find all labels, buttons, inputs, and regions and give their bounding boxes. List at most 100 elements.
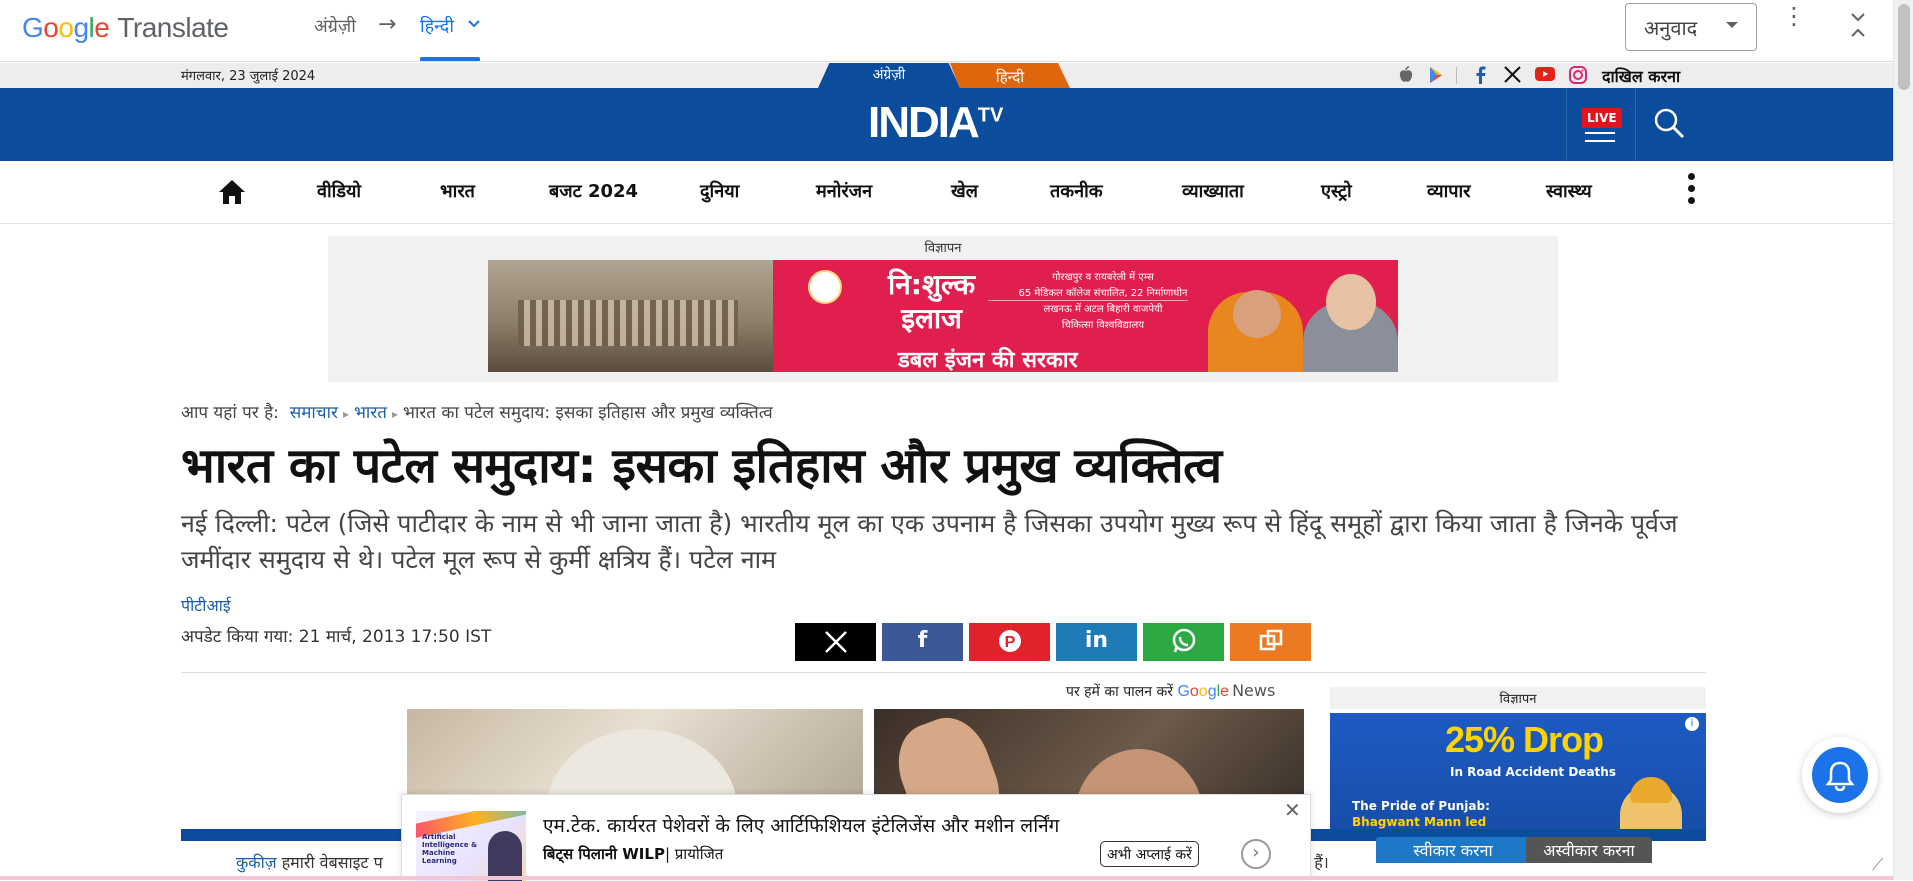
x-icon — [824, 631, 847, 653]
active-tab-indicator — [420, 57, 480, 61]
facebook-icon: f — [917, 628, 928, 653]
x-twitter-icon[interactable] — [1504, 66, 1521, 83]
popup-brand: बिट्स पिलानी WILP| प्रायोजित — [543, 845, 724, 863]
ad-building-image — [488, 260, 773, 372]
cookie-accept-button[interactable]: स्वीकार करना — [1376, 837, 1530, 863]
ad-subtext: गोरखपुर व रायबरेली में एम्स 65 मेडिकल कॉल… — [1018, 272, 1188, 331]
ad-tagline: डबल इंजन की सरकार — [898, 348, 1078, 372]
share-copy-button[interactable] — [1230, 623, 1311, 661]
chevron-down-icon[interactable] — [466, 15, 482, 31]
top-strip: मंगलवार, 23 जुलाई 2024 अंग्रेज़ी हिन्दी … — [0, 63, 1893, 88]
scrollbar-thumb[interactable] — [1898, 4, 1910, 90]
nav-item-astro[interactable]: एस्ट्रो — [1321, 179, 1352, 203]
login-link[interactable]: दाखिल करना — [1602, 65, 1680, 87]
breadcrumb-link-news[interactable]: समाचार — [290, 403, 338, 423]
site-header: INDIATV LIVE — [0, 88, 1893, 161]
live-badge: LIVE — [1582, 108, 1622, 128]
breadcrumb-separator-icon: ▸ — [391, 407, 398, 421]
nav-item-explainer[interactable]: व्याख्याता — [1182, 179, 1244, 203]
google-translate-logo[interactable]: Google Translate — [22, 12, 229, 44]
page-scrollbar[interactable] — [1893, 0, 1913, 880]
share-linkedin-button[interactable]: in — [1056, 623, 1137, 661]
share-whatsapp-button[interactable] — [1143, 623, 1224, 661]
youtube-icon[interactable] — [1535, 66, 1555, 82]
side-ad-label: विज्ञापन — [1330, 687, 1706, 709]
ad-person-face-2 — [1326, 274, 1376, 330]
breadcrumb-current: भारत का पटेल समुदाय: इसका इतिहास और प्रम… — [403, 403, 773, 423]
ad-banner[interactable]: नि:शुल्क इलाज गोरखपुर व रायबरेली में एम्स… — [488, 260, 1398, 372]
ad-person-face — [1233, 290, 1281, 338]
popup-title[interactable]: एम.टेक. कार्यरत पेशेवरों के लिए आर्टिफिश… — [543, 812, 1059, 838]
linkedin-icon: in — [1084, 628, 1109, 653]
bell-icon — [1825, 761, 1855, 792]
ad-info-icon[interactable]: i — [1685, 717, 1699, 731]
collapse-icon[interactable] — [1848, 10, 1868, 40]
article-author[interactable]: पीटीआई — [181, 594, 231, 616]
side-ad-line-1: The Pride of Punjab: — [1352, 799, 1490, 813]
ad-emblem-icon — [808, 270, 842, 304]
breadcrumb-link-india[interactable]: भारत — [354, 403, 387, 423]
main-nav: वीडियो भारत बजट 2024 दुनिया मनोरंजन खेल … — [0, 161, 1893, 224]
nav-item-video[interactable]: वीडियो — [317, 179, 361, 203]
home-icon[interactable] — [217, 178, 247, 206]
notification-bell-button[interactable] — [1802, 737, 1878, 813]
strip-divider — [1456, 67, 1457, 84]
google-news-logo: Google — [1177, 683, 1230, 700]
source-language-tab[interactable]: अंग्रेज़ी — [314, 14, 356, 38]
share-x-button[interactable] — [795, 623, 876, 661]
share-facebook-button[interactable]: f — [882, 623, 963, 661]
article-updated-time: अपडेट किया गया: 21 मार्च, 2013 17:50 IST — [181, 627, 492, 647]
share-pinterest-button[interactable]: P — [969, 623, 1050, 661]
current-date: मंगलवार, 23 जुलाई 2024 — [181, 69, 316, 84]
language-hindi-tab[interactable]: हिन्दी — [950, 63, 1070, 88]
nav-item-health[interactable]: स्वास्थ्य — [1546, 179, 1592, 203]
side-ad-line-2: Bhagwant Mann led — [1352, 815, 1487, 829]
resize-handle-icon[interactable]: ⟋ — [1872, 855, 1883, 875]
whatsapp-icon — [1172, 628, 1195, 653]
more-menu-icon[interactable] — [1688, 173, 1696, 209]
live-tv-button[interactable]: LIVE — [1566, 88, 1636, 161]
translate-product-label: Translate — [117, 12, 229, 43]
side-ad-headline: 25% Drop — [1445, 719, 1604, 760]
nav-item-budget[interactable]: बजट 2024 — [549, 179, 638, 203]
cookie-policy-link[interactable]: कुकीज़ — [236, 853, 277, 872]
india-tv-logo[interactable]: INDIATV — [868, 98, 1003, 148]
nav-item-india[interactable]: भारत — [440, 179, 475, 203]
chevron-right-icon[interactable]: › — [1241, 839, 1271, 869]
nav-item-tech[interactable]: तकनीक — [1050, 179, 1103, 203]
google-translate-bar: Google Translate अंग्रेज़ी → हिन्दी अनुवा… — [0, 0, 1893, 62]
follow-google-news[interactable]: पर हमें का पालन करें Google News — [1066, 681, 1275, 701]
instagram-icon[interactable] — [1569, 66, 1587, 84]
copy-icon — [1259, 629, 1282, 651]
bottom-accent-line — [0, 876, 1893, 880]
language-english-tab[interactable]: अंग्रेज़ी — [818, 63, 960, 88]
target-language-tab[interactable]: हिन्दी — [420, 14, 454, 38]
more-options-icon[interactable]: ⋮ — [1782, 4, 1806, 28]
sponsored-popup[interactable]: Artificial Intelligence & Machine Learni… — [401, 794, 1311, 881]
nav-item-entertainment[interactable]: मनोरंजन — [816, 179, 872, 203]
play-store-icon[interactable] — [1427, 66, 1445, 84]
breadcrumb: आप यहां पर है: समाचार ▸ भारत ▸ भारत का पटेल … — [181, 403, 773, 423]
article-summary: नई दिल्ली: पटेल (जिसे पाटीदार के नाम से … — [181, 509, 1678, 574]
caret-down-icon — [1726, 22, 1738, 28]
arrow-right-icon: → — [378, 12, 397, 37]
breadcrumb-separator-icon: ▸ — [342, 407, 349, 421]
nav-item-world[interactable]: दुनिया — [700, 179, 739, 203]
article-headline: भारत का पटेल समुदाय: इसका इतिहास और प्रम… — [181, 438, 1222, 494]
pinterest-icon: P — [998, 630, 1021, 652]
close-icon[interactable]: ✕ — [1284, 798, 1301, 822]
ad-divider — [988, 300, 1188, 301]
facebook-icon[interactable] — [1474, 66, 1486, 84]
popup-thumbnail-image: Artificial Intelligence & Machine Learni… — [416, 811, 526, 881]
search-icon[interactable] — [1652, 106, 1686, 140]
side-ad-subtext: In Road Accident Deaths — [1450, 765, 1616, 779]
article-divider — [181, 672, 1706, 673]
translate-mode-select[interactable]: अनुवाद — [1625, 3, 1757, 51]
cookie-reject-button[interactable]: अस्वीकार करना — [1526, 837, 1652, 863]
nav-item-sports[interactable]: खेल — [951, 179, 978, 203]
svg-text:P: P — [1004, 634, 1015, 651]
translate-mode-value: अनुवाद — [1644, 16, 1698, 40]
apple-icon[interactable] — [1398, 66, 1414, 84]
apply-now-button[interactable]: अभी अप्लाई करें — [1100, 841, 1199, 867]
nav-item-business[interactable]: व्यापार — [1427, 179, 1471, 203]
